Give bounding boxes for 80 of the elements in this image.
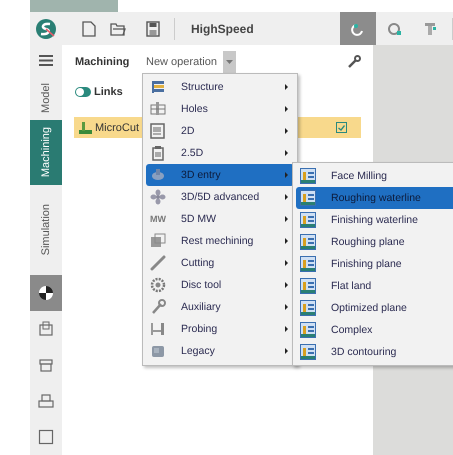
arrow-icon <box>285 128 288 134</box>
toolpath-icon <box>300 212 316 228</box>
toolpath-icon <box>300 278 316 294</box>
logo-icon <box>36 18 56 38</box>
new-file-icon <box>82 20 96 36</box>
menu-item[interactable]: Disc tool <box>146 274 294 296</box>
operation-name: MicroCut <box>95 122 140 134</box>
submenu-item[interactable]: Optimized plane <box>296 297 453 319</box>
layers-icon <box>150 79 166 95</box>
toolpath-icon <box>300 256 316 272</box>
wrench-icon <box>347 55 361 69</box>
panel-title: Machining <box>75 56 130 68</box>
menu-item[interactable]: Rest mechining <box>146 230 294 252</box>
menu-item[interactable]: Auxiliary <box>146 296 294 318</box>
menu-item[interactable]: 3D/5D advanced <box>146 186 294 208</box>
sidebar-tab[interactable]: Simulation <box>30 185 62 275</box>
save-icon <box>146 20 160 36</box>
submenu-item[interactable]: Flat land <box>296 275 453 297</box>
arrow-icon <box>285 150 288 156</box>
square-icon <box>38 429 54 445</box>
arrow-icon <box>285 106 288 112</box>
cube-icon <box>150 343 166 359</box>
open-folder-icon <box>110 22 126 36</box>
links-toggle[interactable]: Links <box>62 79 129 105</box>
submenu-item[interactable]: Finishing waterline <box>296 209 453 231</box>
arrow-icon <box>285 282 288 288</box>
fan-icon <box>150 189 166 205</box>
drill-icon <box>150 101 166 117</box>
sidebar-tab[interactable]: Machining <box>30 120 62 185</box>
menu-item[interactable]: 2D <box>146 120 294 142</box>
arrow-icon <box>285 304 288 310</box>
toolpath-icon <box>300 300 316 316</box>
arrow-icon <box>285 326 288 332</box>
toolpath-icon <box>300 322 316 338</box>
arrow-icon <box>285 216 288 222</box>
target-icon <box>386 20 402 36</box>
sidebar-tab[interactable]: Model <box>30 75 62 120</box>
menu-item[interactable]: Legacy <box>146 340 294 362</box>
project-title: HighSpeed <box>191 22 254 36</box>
menu-item[interactable]: Probing <box>146 318 294 340</box>
menu-item[interactable]: Holes <box>146 98 294 120</box>
arrow-icon <box>285 348 288 354</box>
caret-icon <box>226 60 233 64</box>
menu-item[interactable]: 2.5D <box>146 142 294 164</box>
toolpath-icon <box>300 190 316 206</box>
submenu-item[interactable]: Face Milling <box>296 165 453 187</box>
checkbox[interactable] <box>336 122 347 133</box>
arrow-icon <box>285 238 288 244</box>
toolpath-icon <box>300 344 316 360</box>
printer-icon <box>38 393 54 409</box>
mill-icon <box>78 121 92 134</box>
menu-item[interactable]: Cutting <box>146 252 294 274</box>
machine-icon <box>38 357 54 373</box>
quadrant-circle-icon <box>38 285 54 301</box>
menu-icon <box>39 54 53 66</box>
curve-tool-button[interactable] <box>340 12 376 45</box>
menu-item[interactable]: MW 5D MW <box>146 208 294 230</box>
toolpath-icon <box>300 234 316 250</box>
toolpath-icon <box>300 168 316 184</box>
window-icon <box>150 123 166 139</box>
submenu-item[interactable]: Finishing plane <box>296 253 453 275</box>
arrow-icon <box>285 194 288 200</box>
book-icon <box>38 321 54 337</box>
tool-icon <box>150 167 166 183</box>
arrow-icon <box>285 84 288 90</box>
gear-icon <box>150 277 166 293</box>
document-icon <box>150 145 166 161</box>
shapes-icon <box>150 233 166 249</box>
submenu-item[interactable]: 3D contouring <box>296 341 453 363</box>
submenu-item[interactable]: Complex <box>296 319 453 341</box>
submenu-item[interactable]: Roughing plane <box>296 231 453 253</box>
fixture-icon <box>422 20 438 36</box>
icon-label: MW <box>150 214 166 224</box>
knife-icon <box>150 255 166 271</box>
menu-item[interactable]: Structure <box>146 76 294 98</box>
wrench-icon <box>150 299 166 315</box>
quadrant-circle-button[interactable] <box>30 275 62 311</box>
probe-icon <box>150 321 166 337</box>
arrow-icon <box>285 260 288 266</box>
arrow-icon <box>285 172 288 178</box>
